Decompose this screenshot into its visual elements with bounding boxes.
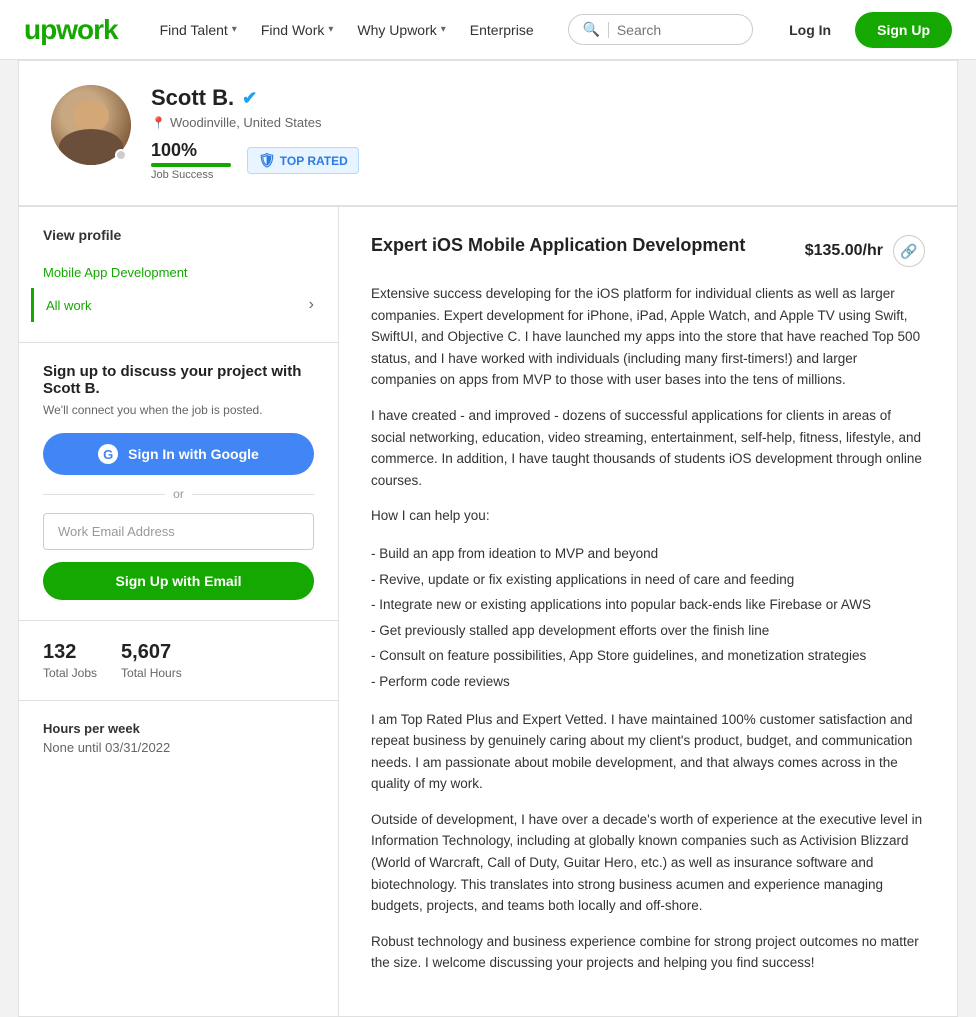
success-label: Job Success xyxy=(151,169,231,181)
bullet-6: - Perform code reviews xyxy=(371,669,925,695)
find-talent-label: Find Talent xyxy=(160,22,228,38)
signup-title: Sign up to discuss your project with Sco… xyxy=(43,363,314,397)
navbar: upwork Find Talent ▾ Find Work ▾ Why Upw… xyxy=(0,0,976,60)
total-hours-value: 5,607 xyxy=(121,641,182,664)
view-profile-title: View profile xyxy=(43,227,314,243)
search-box: 🔍 xyxy=(568,14,754,45)
total-jobs-stat: 132 Total Jobs xyxy=(43,641,97,680)
hours-section: Hours per week None until 03/31/2022 xyxy=(19,701,338,775)
view-profile-section: View profile Mobile App Development All … xyxy=(19,207,338,343)
bullet-2: - Revive, update or fix existing applica… xyxy=(371,567,925,593)
total-hours-stat: 5,607 Total Hours xyxy=(121,641,182,680)
profile-header: Scott B. ✔ 📍 Woodinville, United States … xyxy=(19,61,957,206)
location-pin-icon: 📍 xyxy=(151,116,166,130)
bullet-5: - Consult on feature possibilities, App … xyxy=(371,643,925,669)
find-work-chevron-icon: ▾ xyxy=(328,24,333,35)
hours-value: None until 03/31/2022 xyxy=(43,740,314,755)
bullet-4: - Get previously stalled app development… xyxy=(371,618,925,644)
copy-link-button[interactable]: 🔗 xyxy=(893,235,925,267)
bullet-list: - Build an app from ideation to MVP and … xyxy=(371,541,925,695)
stats-section: 132 Total Jobs 5,607 Total Hours xyxy=(19,621,338,701)
profile-name-row: Scott B. ✔ xyxy=(151,85,925,111)
search-input[interactable] xyxy=(617,22,738,38)
or-text: or xyxy=(173,487,184,501)
login-button[interactable]: Log In xyxy=(777,14,843,46)
search-icon: 🔍 xyxy=(583,21,600,38)
hours-title: Hours per week xyxy=(43,721,314,736)
nav-find-talent[interactable]: Find Talent ▾ xyxy=(150,14,247,46)
success-bar-fill xyxy=(151,163,231,167)
job-rate-wrap: $135.00/hr 🔗 xyxy=(805,235,925,267)
nav-enterprise[interactable]: Enterprise xyxy=(460,14,544,46)
profile-name: Scott B. xyxy=(151,85,234,111)
link-icon: 🔗 xyxy=(900,243,917,260)
job-title: Expert iOS Mobile Application Developmen… xyxy=(371,235,789,256)
google-g-letter: G xyxy=(103,447,113,462)
description-para-4: I am Top Rated Plus and Expert Vetted. I… xyxy=(371,709,925,795)
all-work-arrow-icon: › xyxy=(309,296,314,314)
top-rated-label: TOP RATED xyxy=(280,154,348,168)
sidebar: View profile Mobile App Development All … xyxy=(19,207,339,1016)
upwork-logo[interactable]: upwork xyxy=(24,14,118,46)
email-signup-button[interactable]: Sign Up with Email xyxy=(43,562,314,600)
email-field[interactable] xyxy=(43,513,314,550)
right-content: Expert iOS Mobile Application Developmen… xyxy=(339,207,957,1016)
or-divider: or xyxy=(43,487,314,501)
description-para-3: How I can help you: xyxy=(371,505,925,527)
sidebar-mobile-app-link[interactable]: Mobile App Development xyxy=(43,257,314,288)
description-para-6: Robust technology and business experienc… xyxy=(371,931,925,974)
profile-info: Scott B. ✔ 📍 Woodinville, United States … xyxy=(151,85,925,181)
find-talent-chevron-icon: ▾ xyxy=(232,24,237,35)
total-jobs-value: 132 xyxy=(43,641,97,664)
verified-icon: ✔ xyxy=(242,88,257,109)
description-para-2: I have created - and improved - dozens o… xyxy=(371,405,925,491)
content-area: View profile Mobile App Development All … xyxy=(19,206,957,1016)
job-success: 100% Job Success xyxy=(151,140,231,181)
signup-button[interactable]: Sign Up xyxy=(855,12,952,48)
total-jobs-label: Total Jobs xyxy=(43,666,97,680)
google-logo-icon: G xyxy=(98,444,118,464)
google-signin-label: Sign In with Google xyxy=(128,446,259,462)
google-signin-button[interactable]: G Sign In with Google xyxy=(43,433,314,475)
profile-stats: 100% Job Success 🛡 TOP RATED xyxy=(151,140,925,181)
nav-why-upwork[interactable]: Why Upwork ▾ xyxy=(347,14,455,46)
job-rate: $135.00/hr xyxy=(805,242,883,260)
success-percentage: 100% xyxy=(151,140,231,161)
all-work-label: All work xyxy=(46,298,92,313)
location-text: Woodinville, United States xyxy=(170,115,322,130)
shield-icon: 🛡 xyxy=(258,152,276,169)
sidebar-all-work-link[interactable]: All work › xyxy=(31,288,314,322)
why-upwork-chevron-icon: ▾ xyxy=(441,24,446,35)
success-bar xyxy=(151,163,231,167)
why-upwork-label: Why Upwork xyxy=(357,22,436,38)
search-divider xyxy=(608,22,609,38)
total-hours-label: Total Hours xyxy=(121,666,182,680)
signup-section: Sign up to discuss your project with Sco… xyxy=(19,343,338,621)
find-work-label: Find Work xyxy=(261,22,325,38)
signup-subtitle: We'll connect you when the job is posted… xyxy=(43,403,314,417)
avatar xyxy=(51,85,131,165)
bullet-1: - Build an app from ideation to MVP and … xyxy=(371,541,925,567)
job-description: Extensive success developing for the iOS… xyxy=(371,283,925,974)
or-line-right xyxy=(192,494,314,495)
job-header: Expert iOS Mobile Application Developmen… xyxy=(371,235,925,267)
bullet-3: - Integrate new or existing applications… xyxy=(371,592,925,618)
description-para-5: Outside of development, I have over a de… xyxy=(371,809,925,917)
nav-links: Find Talent ▾ Find Work ▾ Why Upwork ▾ E… xyxy=(150,14,544,46)
top-rated-badge: 🛡 TOP RATED xyxy=(247,147,359,174)
or-line-left xyxy=(43,494,165,495)
main-container: Scott B. ✔ 📍 Woodinville, United States … xyxy=(18,60,958,1017)
nav-find-work[interactable]: Find Work ▾ xyxy=(251,14,344,46)
online-indicator xyxy=(115,149,127,161)
nav-actions: Log In Sign Up xyxy=(777,12,952,48)
profile-location: 📍 Woodinville, United States xyxy=(151,115,925,130)
description-para-1: Extensive success developing for the iOS… xyxy=(371,283,925,391)
